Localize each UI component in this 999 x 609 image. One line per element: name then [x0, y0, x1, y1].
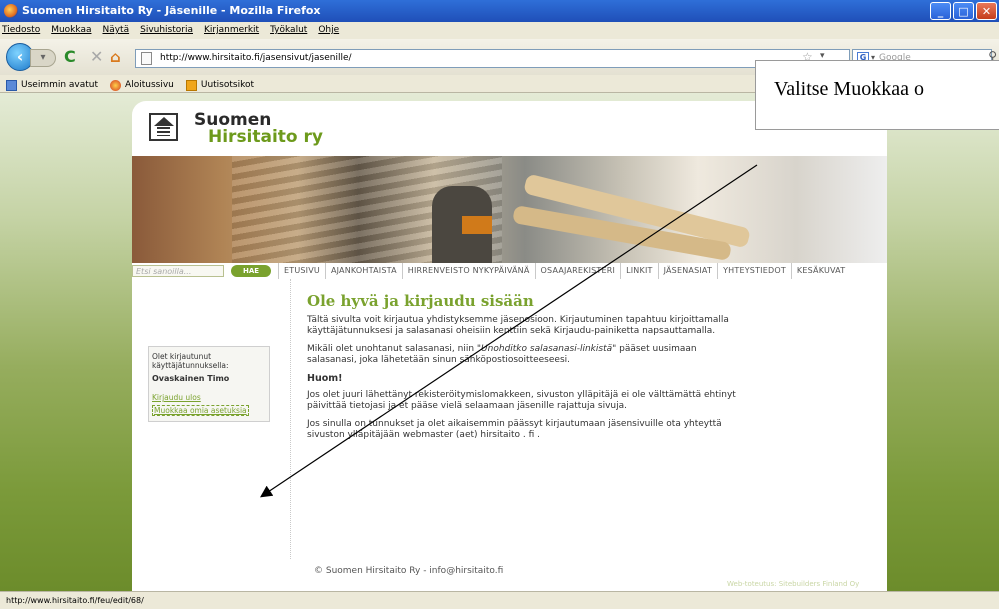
- window-controls: _ □ ✕: [930, 2, 997, 20]
- status-bar: http://www.hirsitaito.fi/feu/edit/68/: [0, 591, 999, 609]
- nav-item-kesakuvat[interactable]: KESÄKUVAT: [790, 263, 850, 279]
- minimize-icon[interactable]: _: [930, 2, 951, 20]
- contact-paragraph: Jos sinulla on tunnukset ja olet aikaise…: [307, 419, 722, 440]
- page-icon: [141, 52, 152, 65]
- close-icon[interactable]: ✕: [976, 2, 997, 20]
- intro-paragraph: Tältä sivulta voit kirjautua yhdistyksem…: [307, 315, 729, 336]
- nav-item-linkit[interactable]: LINKIT: [620, 263, 658, 279]
- house-logo-icon[interactable]: [149, 113, 178, 141]
- bookmark-most-visited[interactable]: Useimmin avatut: [6, 78, 98, 92]
- forward-button[interactable]: ▾: [30, 49, 56, 67]
- annotation-callout: Valitse Muokkaa o: [755, 60, 999, 130]
- menu-file[interactable]: Tiedosto: [2, 25, 40, 39]
- menu-edit[interactable]: Muokkaa: [51, 25, 91, 39]
- nav-item-yhteystiedot[interactable]: YHTEYSTIEDOT: [717, 263, 791, 279]
- menu-bar: Tiedosto Muokkaa Näytä Sivuhistoria Kirj…: [0, 22, 999, 39]
- firefox-icon: [4, 4, 18, 18]
- logged-in-label: Olet kirjautunut käyttäjätunnuksella:: [152, 352, 229, 370]
- url-bar[interactable]: http://www.hirsitaito.fi/jasensivut/jase…: [135, 49, 850, 68]
- main-content: Ole hyvä ja kirjaudu sisään Tältä sivult…: [307, 292, 747, 448]
- menu-history[interactable]: Sivuhistoria: [140, 25, 193, 39]
- site-footer: © Suomen Hirsitaito Ry - info@hirsitaito…: [314, 566, 504, 576]
- maximize-icon[interactable]: □: [953, 2, 974, 20]
- site-credit[interactable]: Web-toteutus: Sitebuilders Finland Oy: [727, 580, 859, 588]
- logged-in-user: Ovaskainen Timo: [152, 374, 230, 383]
- forgot-password-link[interactable]: "Unohditko salasanasi-linkistä": [477, 344, 616, 354]
- header-banner-photo: [132, 156, 887, 263]
- menu-tools[interactable]: Työkalut: [270, 25, 307, 39]
- nav-item-ajankohtaista[interactable]: AJANKOHTAISTA: [324, 263, 402, 279]
- bookmark-label: Uutisotsikot: [200, 80, 255, 90]
- stop-icon[interactable]: ✕: [90, 49, 103, 65]
- home-icon[interactable]: ⌂: [110, 49, 121, 65]
- start-page-icon: [110, 79, 122, 91]
- nav-item-jasenasiat[interactable]: JÄSENASIAT: [657, 263, 717, 279]
- url-text: http://www.hirsitaito.fi/jasensivut/jase…: [160, 53, 352, 63]
- password-text: Mikäli olet unohtanut salasanasi, niin: [307, 344, 477, 354]
- menu-view[interactable]: Näytä: [102, 25, 129, 39]
- nav-item-hirrenveisto[interactable]: HIRRENVEISTO NYKYPÄIVÄNÄ: [401, 263, 535, 279]
- registration-paragraph: Jos olet juuri lähettänyt rekisteröitymi…: [307, 390, 736, 411]
- window-titlebar: Suomen Hirsitaito Ry - Jäsenille - Mozil…: [0, 0, 999, 22]
- menu-help[interactable]: Ohje: [318, 25, 339, 39]
- page-viewport: Suomen Hirsitaito ry Etsi sanoilla... HA…: [0, 93, 999, 591]
- bookmark-start-page[interactable]: Aloitussivu: [110, 78, 174, 92]
- bookmark-label: Useimmin avatut: [21, 80, 99, 90]
- nav-item-etusivu[interactable]: ETUSIVU: [278, 263, 325, 279]
- menu-bookmarks[interactable]: Kirjanmerkit: [204, 25, 259, 39]
- window-title: Suomen Hirsitaito Ry - Jäsenille - Mozil…: [22, 4, 321, 17]
- page-title: Ole hyvä ja kirjaudu sisään: [307, 292, 534, 310]
- site-container: Suomen Hirsitaito ry Etsi sanoilla... HA…: [132, 101, 887, 591]
- login-status-box: Olet kirjautunut käyttäjätunnuksella: Ov…: [148, 346, 270, 422]
- site-search-button[interactable]: HAE: [231, 265, 271, 277]
- notice-heading: Huom!: [307, 373, 343, 384]
- logout-link[interactable]: Kirjaudu ulos: [152, 393, 266, 402]
- bookmark-label: Aloitussivu: [125, 80, 174, 90]
- site-nav: ETUSIVU AJANKOHTAISTA HIRRENVEISTO NYKYP…: [278, 263, 850, 279]
- bookmark-news[interactable]: Uutisotsikot: [185, 78, 255, 92]
- edit-settings-link[interactable]: Muokkaa omia asetuksia: [152, 405, 249, 416]
- site-nav-row: Etsi sanoilla... HAE ETUSIVU AJANKOHTAIS…: [132, 263, 887, 279]
- site-search-input[interactable]: Etsi sanoilla...: [132, 265, 224, 277]
- nav-item-osaajarekisteri[interactable]: OSAAJAREKISTERI: [534, 263, 621, 279]
- reload-icon[interactable]: C: [64, 49, 76, 65]
- password-paragraph: Mikäli olet unohtanut salasanasi, niin "…: [307, 344, 747, 366]
- banner-chainsaw: [462, 216, 492, 234]
- bookmark-folder-icon: [6, 79, 17, 91]
- rss-icon: [185, 79, 197, 91]
- column-divider: [290, 279, 291, 559]
- logo-text-line2[interactable]: Hirsitaito ry: [208, 127, 323, 147]
